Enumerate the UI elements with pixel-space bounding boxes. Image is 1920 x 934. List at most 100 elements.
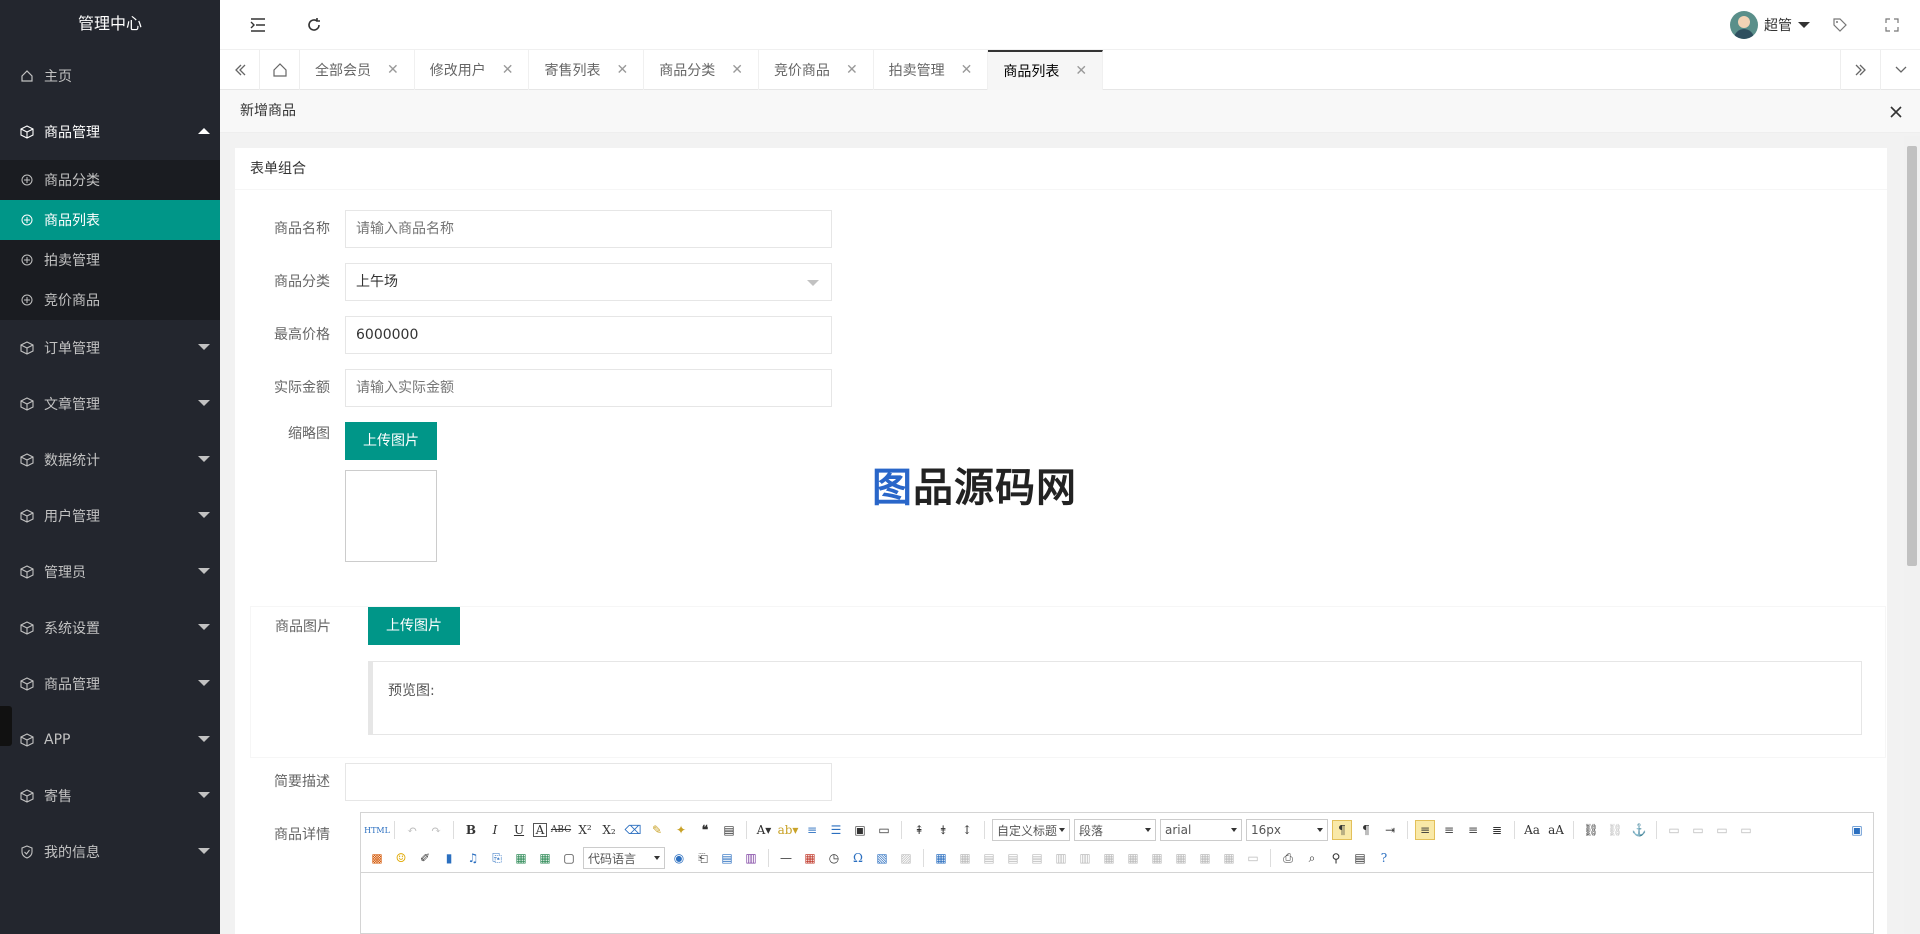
brief-description-input[interactable] [345, 763, 832, 801]
delete-col-icon[interactable]: ▥ [1075, 848, 1095, 868]
fullscreen-icon[interactable] [1882, 15, 1902, 35]
menu-fold-icon[interactable] [248, 15, 268, 35]
insert-paragraph-before-table-icon[interactable]: ▤ [979, 848, 999, 868]
tab-auction-mgmt[interactable]: 拍卖管理 ✕ [874, 50, 989, 90]
scrollbar-thumb[interactable] [1907, 146, 1917, 566]
product-name-input[interactable] [345, 210, 832, 248]
page-break-icon[interactable]: ⎗ [693, 848, 713, 868]
merge-cells-icon[interactable]: ▦ [1099, 848, 1119, 868]
split-cells-icon[interactable]: ▦ [1171, 848, 1191, 868]
font-border-icon[interactable]: A [533, 823, 547, 837]
time-icon[interactable]: ◷ [824, 848, 844, 868]
italic-icon[interactable]: I [485, 820, 505, 840]
subnav-item-auction[interactable]: 拍卖管理 [0, 240, 220, 280]
font-family-select[interactable]: arial [1160, 819, 1242, 841]
nav-article-mgmt[interactable]: 文章管理 [0, 376, 220, 432]
align-justify-icon[interactable]: ≣ [1487, 820, 1507, 840]
nav-admin[interactable]: 管理员 [0, 544, 220, 600]
subnav-item-bidding[interactable]: 竞价商品 [0, 280, 220, 320]
link-icon[interactable]: ⛓ [1581, 820, 1601, 840]
tab-home-icon[interactable] [260, 50, 300, 90]
nav-statistics[interactable]: 数据统计 [0, 432, 220, 488]
code-language-select[interactable]: 代码语言 [583, 847, 665, 869]
tabs-scroll-right-icon[interactable] [1840, 50, 1880, 90]
format-brush-icon[interactable]: ✎ [647, 820, 667, 840]
nav-my-info[interactable]: 我的信息 [0, 824, 220, 880]
superscript-icon[interactable]: X² [575, 820, 595, 840]
html-source-icon[interactable]: HTML [364, 820, 390, 840]
nav-consignment[interactable]: 寄售 [0, 768, 220, 824]
content-scrollbar[interactable] [1904, 136, 1920, 934]
custom-heading-select[interactable]: 自定义标题 [992, 819, 1070, 841]
tabs-menu-chevron-down-icon[interactable] [1880, 50, 1920, 90]
snap-screen-icon[interactable]: ▨ [896, 848, 916, 868]
bold-icon[interactable]: B [461, 820, 481, 840]
date-icon[interactable]: ▦ [800, 848, 820, 868]
preview-icon[interactable]: ⌕ [1302, 848, 1322, 868]
upload-images-button[interactable]: 上传图片 [368, 607, 460, 645]
direction-ltr-icon[interactable]: ¶ [1332, 820, 1352, 840]
highlight-color-icon[interactable]: ab▾ [778, 820, 799, 840]
tab-product-category[interactable]: 商品分类 ✕ [644, 50, 759, 90]
drafts-icon[interactable]: ▤ [1350, 848, 1370, 868]
nav-order-mgmt[interactable]: 订单管理 [0, 320, 220, 376]
insert-frame-icon[interactable]: ▢ [559, 848, 579, 868]
upload-thumbnail-button[interactable]: 上传图片 [345, 422, 437, 460]
lowercase-icon[interactable]: aA [1546, 820, 1566, 840]
close-icon[interactable]: ✕ [731, 62, 743, 78]
close-icon[interactable]: ✕ [846, 62, 858, 78]
tab-all-members[interactable]: 全部会员 ✕ [300, 50, 415, 90]
rich-text-editor[interactable]: HTML ↶ ↷ B I U A ABC X² X₂ ⌫ ✎ ✦ ❝ ▤ A▾ … [360, 812, 1874, 934]
insert-col-icon[interactable]: ▥ [1051, 848, 1071, 868]
insert-row-icon[interactable]: ▤ [1003, 848, 1023, 868]
font-size-select[interactable]: 16px [1246, 819, 1328, 841]
split-cols-icon[interactable]: ▦ [1219, 848, 1239, 868]
line-height-icon[interactable]: ↕ [957, 820, 977, 840]
close-icon[interactable]: ✕ [1075, 63, 1087, 79]
delete-table-icon[interactable]: ▦ [955, 848, 975, 868]
redo-icon[interactable]: ↷ [426, 820, 446, 840]
nav-product-mgmt[interactable]: 商品管理 [0, 104, 220, 160]
close-icon[interactable]: ✕ [387, 62, 399, 78]
auto-format-icon[interactable]: ✦ [671, 820, 691, 840]
nav-system-settings[interactable]: 系统设置 [0, 600, 220, 656]
max-price-input[interactable] [345, 316, 832, 354]
insert-image-icon[interactable]: ▩ [367, 848, 387, 868]
blockquote-icon[interactable]: ❝ [695, 820, 715, 840]
word-image-icon[interactable]: ▧ [872, 848, 892, 868]
image-none-icon[interactable]: ▭ [1664, 820, 1684, 840]
gmap-icon[interactable]: ▦ [535, 848, 555, 868]
tab-edit-user[interactable]: 修改用户 ✕ [415, 50, 530, 90]
split-rows-icon[interactable]: ▦ [1195, 848, 1215, 868]
sidebar-drag-handle[interactable] [0, 706, 12, 746]
align-center-icon[interactable]: ≡ [1439, 820, 1459, 840]
image-right-icon[interactable]: ▭ [1712, 820, 1732, 840]
merge-down-icon[interactable]: ▦ [1147, 848, 1167, 868]
emotion-icon[interactable]: ☺ [391, 848, 411, 868]
help-icon[interactable]: ? [1374, 848, 1394, 868]
map-icon[interactable]: ▦ [511, 848, 531, 868]
paragraph-select[interactable]: 段落 [1074, 819, 1156, 841]
indent-icon[interactable]: ⇥ [1380, 820, 1400, 840]
font-color-icon[interactable]: A▾ [754, 820, 774, 840]
subnav-item-product-list[interactable]: 商品列表 [0, 200, 220, 240]
actual-amount-input[interactable] [345, 369, 832, 407]
image-center-icon[interactable]: ▭ [1736, 820, 1756, 840]
special-chars-icon[interactable]: Ω [848, 848, 868, 868]
horizontal-rule-icon[interactable]: — [776, 848, 796, 868]
direction-rtl-icon[interactable]: ¶ [1356, 820, 1376, 840]
chart-icon[interactable]: ▭ [1243, 848, 1263, 868]
uppercase-icon[interactable]: Aa [1522, 820, 1542, 840]
background-icon[interactable]: ▤ [717, 848, 737, 868]
scrawl-icon[interactable]: ✐ [415, 848, 435, 868]
tag-icon[interactable] [1830, 15, 1850, 35]
tab-bidding-products[interactable]: 竞价商品 ✕ [759, 50, 874, 90]
select-all-icon[interactable]: ▣ [850, 820, 870, 840]
attachment-icon[interactable]: ⎘ [487, 848, 507, 868]
paste-plain-icon[interactable]: ▤ [719, 820, 739, 840]
nav-product-mgmt-2[interactable]: 商品管理 [0, 656, 220, 712]
web-page-icon[interactable]: ◉ [669, 848, 689, 868]
fullscreen-editor-icon[interactable]: ▣ [1847, 820, 1867, 840]
nav-home[interactable]: 主页 [0, 48, 220, 104]
align-right-icon[interactable]: ≡ [1463, 820, 1483, 840]
